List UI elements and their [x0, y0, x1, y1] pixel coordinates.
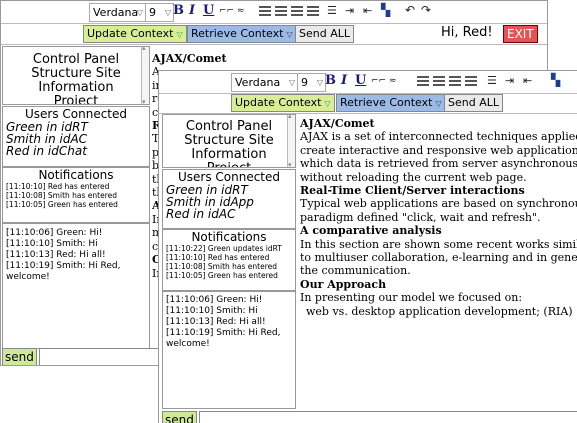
bold-button[interactable]: B — [173, 3, 184, 18]
chat-message: [11:10:10] Smith: Hi — [6, 239, 98, 249]
format-toolbar: Verdana ▽ 9 ▽ B I U ⌐⌐ ≈ ☰ ⇥ ⇤ ▚ ↶ ↷ — [1, 1, 547, 24]
chat-message: [11:10:19] Smith: Hi Red, — [6, 261, 121, 271]
justify-icon[interactable] — [465, 74, 477, 88]
chat-message: [11:10:13] Red: Hi all! — [166, 317, 266, 327]
bullet-list-icon[interactable]: ☰ — [487, 74, 497, 87]
font-size-select[interactable]: 9 ▽ — [297, 73, 326, 92]
chat-message: [11:10:06] Green: Hi! — [6, 228, 103, 238]
document-title: AJAX/Comet — [152, 52, 227, 65]
notifications-panel: Notifications [11:10:10] Red has entered… — [2, 167, 150, 223]
align-left-icon[interactable] — [259, 4, 271, 18]
send-button[interactable]: send — [2, 348, 37, 365]
align-right-icon[interactable] — [291, 4, 303, 18]
send-button[interactable]: send — [162, 411, 197, 423]
user-item: Red in idAC — [166, 207, 236, 221]
justify-icon[interactable] — [307, 4, 319, 18]
retrieve-context-button[interactable]: Retrieve Context ▽ — [336, 94, 446, 112]
users-connected-title: Users Connected — [24, 107, 128, 121]
underline-button[interactable]: U — [355, 73, 366, 88]
chat-message: [11:10:06] Green: Hi! — [166, 295, 263, 305]
dropdown-arrow-icon: ▽ — [164, 8, 171, 17]
scrollbar[interactable] — [287, 115, 295, 167]
retrieve-context-button[interactable]: Retrieve Context ▽ — [187, 25, 297, 43]
notification-item: [11:10:10] Red has entered — [166, 253, 270, 262]
chat-message: [11:10:13] Red: Hi all! — [6, 250, 106, 260]
front-window: Verdana ▽ 9 ▽ B I U ⌐⌐ ≈ ☰ ⇥ ⇤ ▚ Update Co… — [158, 70, 577, 423]
align-right-icon[interactable] — [449, 74, 461, 88]
chevron-down-icon: ▽ — [176, 30, 183, 39]
underline-button[interactable]: U — [203, 3, 214, 18]
italic-button[interactable]: I — [341, 73, 347, 88]
notification-item: [11:10:08] Smith has entered — [166, 262, 278, 271]
control-panel[interactable]: Control Panel Structure Site Information… — [162, 114, 296, 168]
document-title: AJAX/Comet — [300, 117, 375, 130]
chat-message: [11:10:10] Smith: Hi — [166, 306, 258, 316]
chat-message: welcome! — [6, 272, 50, 282]
user-item: Red in idChat — [6, 144, 87, 158]
strikethrough-icon[interactable]: ⌐⌐ ≈ — [219, 6, 244, 16]
chevron-down-icon: ▽ — [435, 99, 442, 108]
users-connected-panel: Users Connected Green in idRT Smith in i… — [162, 169, 296, 229]
update-context-button[interactable]: Update Context ▽ — [231, 94, 335, 112]
notifications-title: Notifications — [191, 230, 267, 244]
send-all-button[interactable]: Send ALL — [295, 25, 354, 43]
paragraph: In presenting our model we focused on: — [300, 291, 523, 305]
format-toolbar: Verdana ▽ 9 ▽ B I U ⌐⌐ ≈ ☰ ⇥ ⇤ ▚ — [159, 71, 577, 94]
align-center-icon[interactable] — [275, 4, 287, 18]
context-toolbar: Update Context ▽ Retrieve Context ▽ Send A… — [1, 24, 547, 45]
notification-item: [11:10:10] Red has entered — [6, 182, 110, 191]
dropdown-arrow-icon: ▽ — [136, 8, 143, 17]
bullet-list-icon[interactable]: ☰ — [327, 4, 337, 17]
update-context-button[interactable]: Update Context ▽ — [83, 25, 187, 43]
align-left-icon[interactable] — [417, 74, 429, 88]
dropdown-arrow-icon: ▽ — [288, 78, 295, 87]
scrollbar[interactable] — [141, 47, 149, 104]
notifications-panel: Notifications [11:10:22] Green updates i… — [162, 229, 296, 291]
redo-icon[interactable]: ↷ — [421, 3, 431, 17]
align-center-icon[interactable] — [433, 74, 445, 88]
paragraph: web vs. desktop application development;… — [306, 304, 573, 318]
send-all-button[interactable]: Send ALL — [444, 94, 503, 112]
section-heading: Our Approach — [300, 277, 387, 291]
italic-button[interactable]: I — [189, 3, 195, 18]
exit-button[interactable]: EXIT — [503, 25, 538, 43]
notification-item: [11:10:22] Green updates idRT — [166, 244, 282, 253]
control-panel[interactable]: Control Panel Structure Site Information… — [2, 46, 150, 105]
section-heading: Real-Time Client/Server interactions — [300, 184, 525, 198]
paragraph: AJAX is a set of interconnected techniqu… — [300, 130, 577, 184]
outdent-icon[interactable]: ⇤ — [363, 4, 372, 17]
section-heading: A comparative analysis — [300, 224, 442, 238]
bold-button[interactable]: B — [325, 73, 336, 88]
insert-image-icon[interactable]: ▚ — [551, 73, 560, 87]
users-connected-title: Users Connected — [177, 170, 281, 184]
users-connected-panel: Users Connected Green in idRT Smith in i… — [2, 106, 150, 167]
paragraph: Typical web applications are based on sy… — [300, 197, 577, 224]
undo-icon[interactable]: ↶ — [405, 3, 415, 17]
notifications-title: Notifications — [38, 168, 114, 182]
font-size-select[interactable]: 9 ▽ — [145, 3, 174, 22]
document-content[interactable]: AJAX/Comet AJAX is a set of interconnect… — [300, 117, 577, 318]
notification-item: [11:10:05] Green has entered — [6, 200, 118, 209]
dropdown-arrow-icon: ▽ — [316, 78, 323, 87]
chevron-down-icon: ▽ — [286, 30, 293, 39]
indent-icon[interactable]: ⇥ — [505, 74, 514, 87]
message-input[interactable] — [199, 411, 577, 423]
chat-message: [11:10:19] Smith: Hi Red, — [166, 328, 281, 338]
font-name-select[interactable]: Verdana ▽ — [231, 73, 298, 92]
notification-item: [11:10:08] Smith has entered — [6, 191, 118, 200]
chevron-down-icon: ▽ — [324, 99, 331, 108]
strikethrough-icon[interactable]: ⌐⌐ ≈ — [371, 76, 396, 86]
greeting-label: Hi, Red! — [441, 25, 493, 40]
font-name-select[interactable]: Verdana ▽ — [89, 3, 146, 22]
context-toolbar: Update Context ▽ Retrieve Context ▽ Send A… — [159, 93, 577, 114]
chat-message: welcome! — [166, 339, 210, 349]
paragraph: In this section are shown some recent wo… — [300, 237, 577, 278]
chat-panel: [11:10:06] Green: Hi! [11:10:10] Smith: … — [2, 223, 150, 349]
outdent-icon[interactable]: ⇤ — [523, 74, 532, 87]
notification-item: [11:10:05] Green has entered — [166, 271, 278, 280]
indent-icon[interactable]: ⇥ — [345, 4, 354, 17]
chat-panel: [11:10:06] Green: Hi! [11:10:10] Smith: … — [162, 291, 296, 409]
insert-image-icon[interactable]: ▚ — [381, 3, 390, 17]
